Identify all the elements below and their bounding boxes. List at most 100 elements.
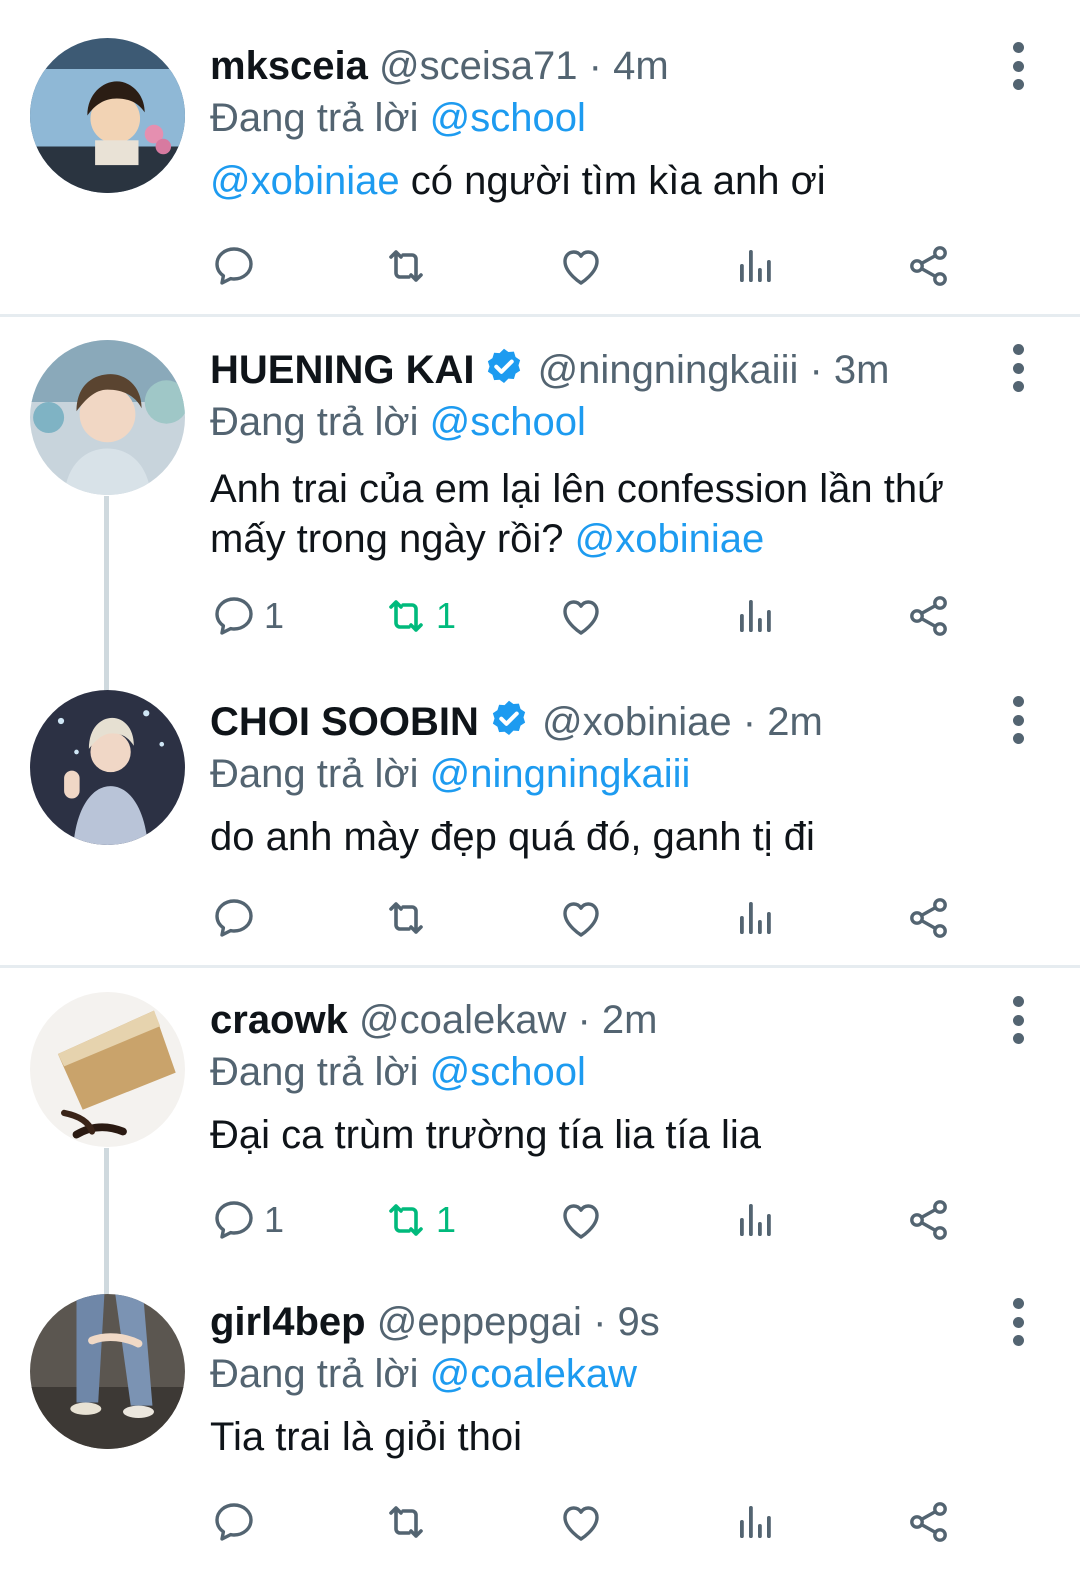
retweet-icon — [382, 894, 430, 942]
action-bar — [210, 1492, 1010, 1552]
reply-button[interactable] — [210, 1492, 264, 1552]
replying-to-mention[interactable]: @school — [430, 96, 586, 140]
handle[interactable]: @coalekaw — [359, 998, 566, 1042]
share-button[interactable] — [905, 1190, 953, 1250]
separator: · — [593, 1300, 618, 1344]
tweet-text-content: do anh mày đẹp quá đó, ganh tị đi — [210, 815, 815, 859]
tweet[interactable]: girl4bep @eppepgai · 9s Đang trả lời @co… — [0, 1272, 1080, 1573]
text-mention[interactable]: @xobiniae — [210, 159, 400, 203]
avatar[interactable] — [30, 690, 185, 845]
display-name[interactable]: mksceia — [210, 44, 368, 88]
share-button[interactable] — [905, 586, 953, 646]
handle[interactable]: @xobiniae — [542, 700, 732, 744]
reply-prefix: Đang trả lời — [210, 1050, 419, 1094]
retweet-icon — [382, 592, 430, 640]
share-button[interactable] — [905, 236, 953, 296]
retweet-button[interactable] — [382, 236, 436, 296]
timestamp[interactable]: 2m — [602, 998, 658, 1042]
retweet-count: 1 — [436, 595, 457, 636]
avatar[interactable] — [30, 992, 185, 1147]
avatar[interactable] — [30, 340, 185, 495]
retweet-count: 1 — [436, 1199, 457, 1240]
reply-prefix: Đang trả lời — [210, 96, 419, 140]
reply-button[interactable]: 1 — [210, 586, 284, 646]
views-button[interactable] — [731, 1492, 779, 1552]
tweet-text-content: có người tìm kìa anh ơi — [399, 159, 826, 203]
action-bar: 1 1 — [210, 586, 1010, 646]
tweet-text: Anh trai của em lại lên confession lần t… — [210, 464, 1020, 564]
display-name[interactable]: HUENING KAI — [210, 348, 474, 392]
more-options-icon[interactable] — [1008, 690, 1028, 750]
tweet[interactable]: craowk @coalekaw · 2m Đang trả lời @scho… — [0, 970, 1080, 1298]
retweet-button[interactable]: 1 — [382, 1190, 456, 1250]
like-button[interactable] — [557, 1190, 605, 1250]
tweet-text: Đại ca trùm trường tía lia tía lia — [210, 1110, 1020, 1160]
views-button[interactable] — [731, 586, 779, 646]
reply-button[interactable]: 1 — [210, 1190, 284, 1250]
divider — [0, 965, 1080, 968]
retweet-button[interactable] — [382, 1492, 436, 1552]
timestamp[interactable]: 3m — [834, 348, 890, 392]
action-bar: 1 1 — [210, 1190, 1010, 1250]
timestamp[interactable]: 4m — [613, 44, 669, 88]
replying-to: Đang trả lời @coalekaw — [210, 1350, 1020, 1398]
tweet-text: Tia trai là giỏi thoi — [210, 1412, 1020, 1462]
like-button[interactable] — [557, 888, 605, 948]
reply-prefix: Đang trả lời — [210, 400, 419, 444]
action-bar — [210, 888, 1010, 948]
retweet-icon — [382, 1196, 430, 1244]
replying-to-mention[interactable]: @coalekaw — [430, 1352, 637, 1396]
views-icon — [731, 1196, 779, 1244]
like-button[interactable] — [557, 586, 605, 646]
replying-to-mention[interactable]: @school — [430, 1050, 586, 1094]
retweet-button[interactable]: 1 — [382, 586, 456, 646]
thread-line — [104, 496, 109, 691]
replying-to-mention[interactable]: @ningningkaiii — [430, 752, 691, 796]
timestamp[interactable]: 2m — [767, 700, 823, 744]
more-options-icon[interactable] — [1008, 36, 1028, 96]
display-name[interactable]: craowk — [210, 998, 348, 1042]
retweet-button[interactable] — [382, 888, 436, 948]
views-button[interactable] — [731, 1190, 779, 1250]
replying-to: Đang trả lời @school — [210, 1048, 1020, 1096]
share-icon — [905, 592, 953, 640]
separator: · — [588, 44, 614, 88]
reply-count: 1 — [264, 1199, 285, 1240]
tweet[interactable]: CHOI SOOBIN @xobiniae · 2m Đang trả lời … — [0, 670, 1080, 966]
verified-badge-icon — [487, 698, 531, 742]
reply-button[interactable] — [210, 236, 264, 296]
tweet[interactable]: mksceia @sceisa71 · 4m Đang trả lời @sch… — [0, 0, 1080, 315]
share-icon — [905, 1498, 953, 1546]
share-button[interactable] — [905, 888, 953, 948]
display-name[interactable]: girl4bep — [210, 1300, 366, 1344]
timestamp[interactable]: 9s — [618, 1300, 660, 1344]
like-button[interactable] — [557, 1492, 605, 1552]
reply-prefix: Đang trả lời — [210, 752, 419, 796]
views-button[interactable] — [731, 888, 779, 948]
action-bar — [210, 236, 1010, 296]
views-button[interactable] — [731, 236, 779, 296]
display-name[interactable]: CHOI SOOBIN — [210, 700, 479, 744]
avatar[interactable] — [30, 1294, 185, 1449]
tweet-header: girl4bep @eppepgai · 9s — [210, 1298, 1020, 1346]
more-options-icon[interactable] — [1008, 1292, 1028, 1352]
reply-button[interactable] — [210, 888, 264, 948]
text-mention[interactable]: @xobiniae — [575, 517, 765, 561]
tweet[interactable]: HUENING KAI @ningningkaiii · 3m Đang trả… — [0, 318, 1080, 691]
share-icon — [905, 1196, 953, 1244]
tweet-text: @xobiniae có người tìm kìa anh ơi — [210, 156, 1020, 206]
like-button[interactable] — [557, 236, 605, 296]
more-options-icon[interactable] — [1008, 990, 1028, 1050]
tweet-header: CHOI SOOBIN @xobiniae · 2m — [210, 698, 1020, 746]
reply-icon — [210, 592, 258, 640]
reply-icon — [210, 1498, 258, 1546]
share-button[interactable] — [905, 1492, 953, 1552]
replying-to: Đang trả lời @school — [210, 398, 1020, 446]
replying-to-mention[interactable]: @school — [430, 400, 586, 444]
handle[interactable]: @sceisa71 — [379, 44, 577, 88]
reply-icon — [210, 242, 258, 290]
avatar[interactable] — [30, 38, 185, 193]
more-options-icon[interactable] — [1008, 338, 1028, 398]
handle[interactable]: @ningningkaiii — [538, 348, 799, 392]
handle[interactable]: @eppepgai — [377, 1300, 582, 1344]
